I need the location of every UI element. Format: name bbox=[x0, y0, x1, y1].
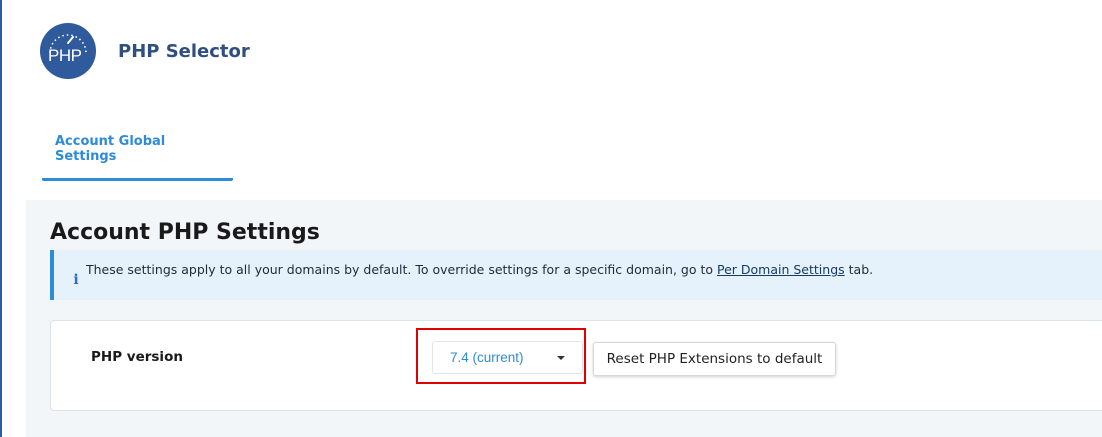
php-version-select[interactable]: 7.4 (current) bbox=[432, 341, 583, 374]
section-title: Account PHP Settings bbox=[50, 220, 320, 245]
left-border bbox=[0, 0, 2, 437]
page-title: PHP Selector bbox=[118, 40, 250, 62]
tab-bar: Account Global Settings bbox=[42, 124, 233, 181]
app-header: PHP PHP Selector bbox=[40, 23, 250, 79]
php-logo-icon: PHP bbox=[40, 23, 96, 79]
info-notice: i These settings apply to all your domai… bbox=[50, 250, 1102, 300]
tab-account-global-settings[interactable]: Account Global Settings bbox=[42, 124, 233, 181]
logo-text: PHP bbox=[48, 46, 82, 65]
notice-text-after: tab. bbox=[844, 262, 874, 277]
php-version-card: PHP version 7.4 (current) Reset PHP Exte… bbox=[50, 320, 1102, 411]
notice-text-before: These settings apply to all your domains… bbox=[86, 262, 717, 277]
info-icon: i bbox=[73, 271, 79, 288]
settings-panel: Account PHP Settings i These settings ap… bbox=[26, 200, 1102, 437]
per-domain-settings-link[interactable]: Per Domain Settings bbox=[717, 262, 845, 277]
notice-text: These settings apply to all your domains… bbox=[86, 262, 873, 277]
caret-down-icon bbox=[557, 356, 565, 360]
php-version-label: PHP version bbox=[91, 349, 183, 365]
php-version-value: 7.4 (current) bbox=[450, 350, 524, 365]
reset-extensions-button[interactable]: Reset PHP Extensions to default bbox=[593, 342, 836, 376]
